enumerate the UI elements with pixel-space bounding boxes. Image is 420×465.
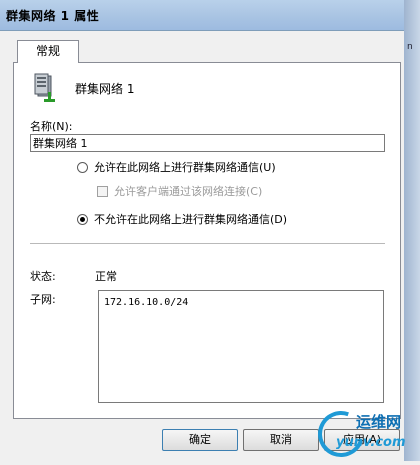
background-window-edge: n ​ <box>404 0 420 461</box>
separator <box>30 243 385 245</box>
checkbox-allow-clients-label: 允许客户端通过该网络连接(C) <box>114 185 263 198</box>
ok-button[interactable]: 确定 <box>162 429 238 451</box>
network-name-heading: 群集网络 1 <box>75 82 135 96</box>
status-value: 正常 <box>95 270 117 283</box>
server-network-icon <box>34 73 55 102</box>
title-bar[interactable]: 群集网络 1 属性 <box>0 0 404 31</box>
cancel-button[interactable]: 取消 <box>243 429 319 451</box>
checkbox[interactable] <box>97 185 108 197</box>
radio-deny-label: 不允许在此网络上进行群集网络通信(D) <box>94 213 288 226</box>
watermark-text-en: yunv.com <box>336 435 406 450</box>
radio-button-selected[interactable] <box>77 213 88 225</box>
background-text-fragment: n <box>407 42 413 52</box>
general-panel: 群集网络 1 名称(N): 群集网络 1 允许在此网络上进行群集网络通信(U) … <box>13 62 401 419</box>
name-label: 名称(N): <box>30 120 73 133</box>
radio-allow-cluster-communication[interactable]: 允许在此网络上进行群集网络通信(U) <box>77 159 276 175</box>
name-field[interactable]: 群集网络 1 <box>30 134 385 152</box>
window-title: 群集网络 1 属性 <box>6 9 100 23</box>
radio-deny-cluster-communication[interactable]: 不允许在此网络上进行群集网络通信(D) <box>77 211 287 227</box>
checkbox-allow-client-connections[interactable]: 允许客户端通过该网络连接(C) <box>97 183 262 199</box>
watermark-text-cn: 运维网 <box>356 413 402 431</box>
tab-strip: 常规 <box>13 39 400 63</box>
status-label: 状态: <box>30 270 56 283</box>
radio-allow-label: 允许在此网络上进行群集网络通信(U) <box>94 161 276 174</box>
subnet-list[interactable]: 172.16.10.0/24 <box>98 290 384 403</box>
subnet-list-item[interactable]: 172.16.10.0/24 <box>104 297 188 308</box>
subnet-label: 子网: <box>30 293 56 306</box>
yunwei-logo-watermark: 运维网 yunv.com <box>310 403 414 465</box>
radio-button[interactable] <box>77 161 88 173</box>
tab-general[interactable]: 常规 <box>17 40 79 63</box>
